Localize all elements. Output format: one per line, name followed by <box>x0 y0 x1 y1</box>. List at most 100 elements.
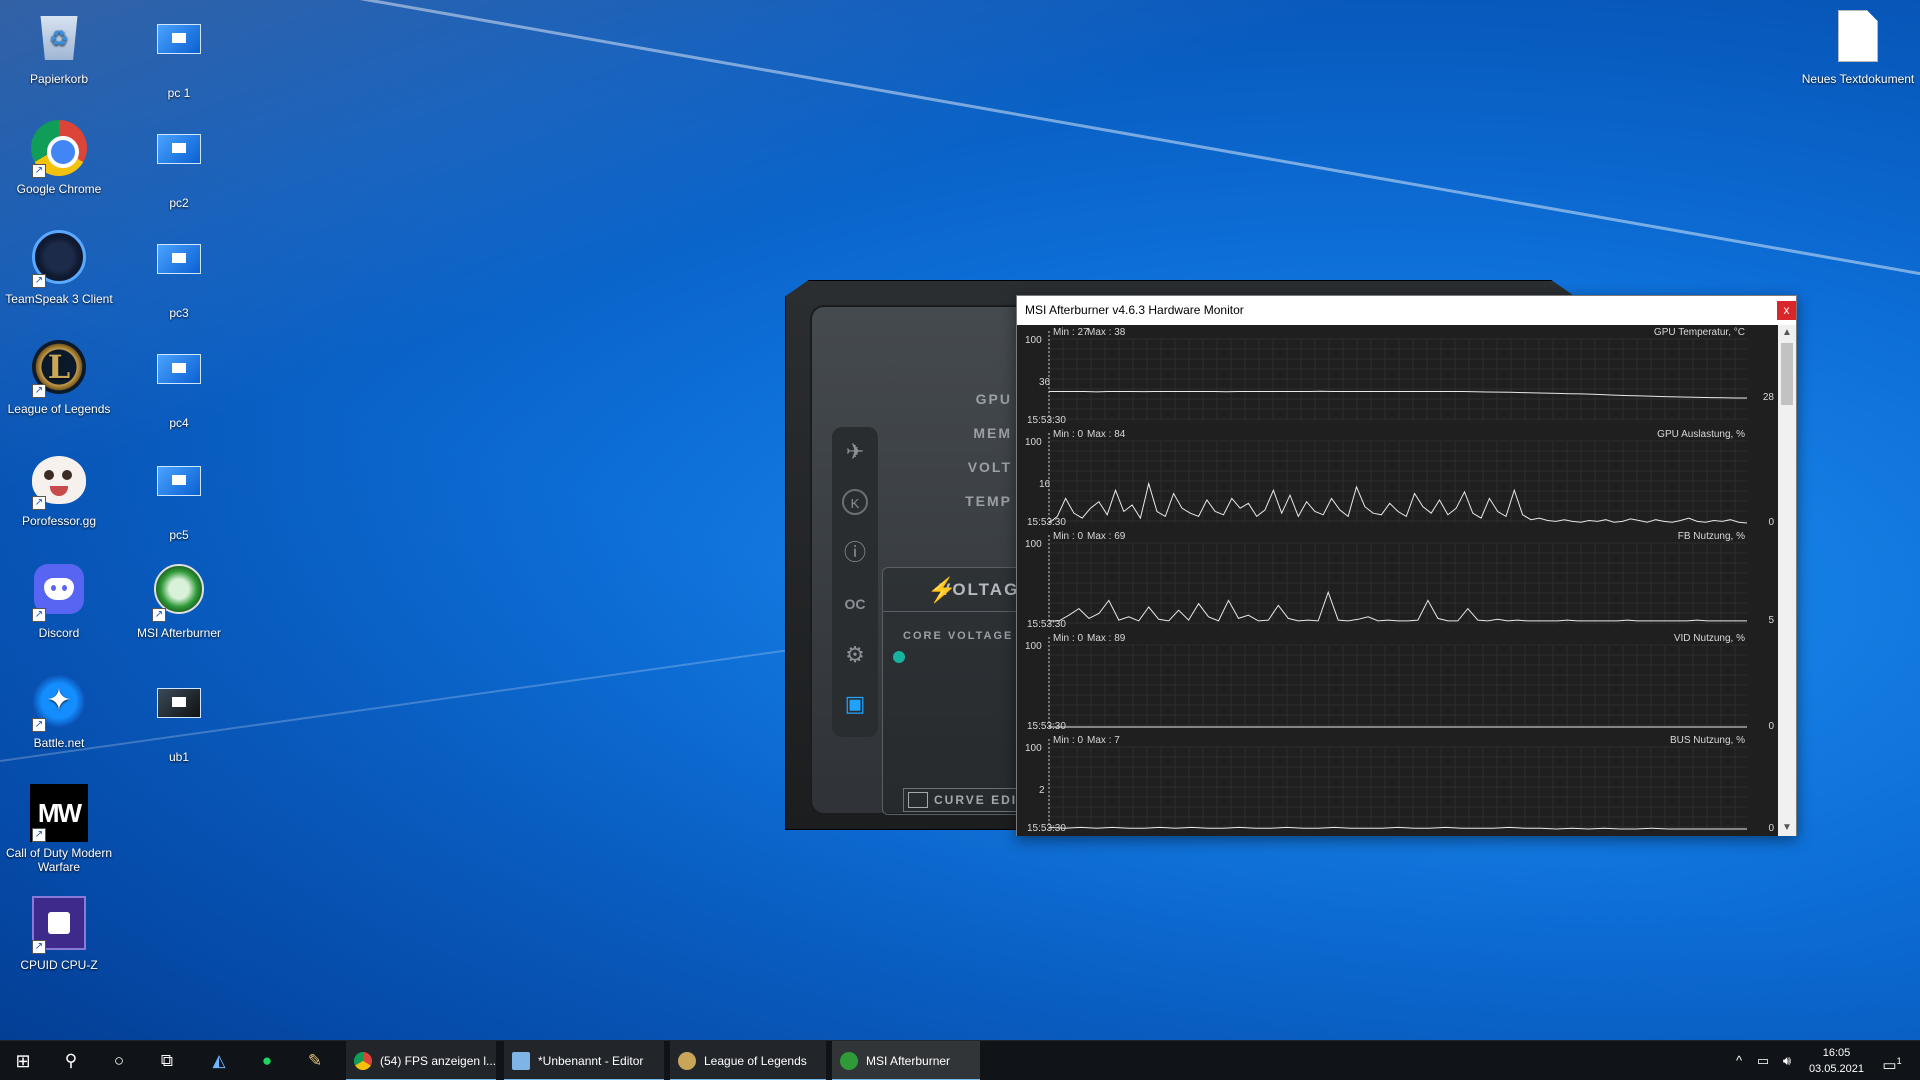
windows-start-icon[interactable]: ⊞ <box>0 1041 46 1080</box>
pinned-app-icon[interactable]: ◭ <box>196 1041 242 1080</box>
graph-title: BUS Nutzung, % <box>1669 735 1745 746</box>
task-view-icon[interactable]: ⧉ <box>144 1041 190 1080</box>
desktop-icon-label: pc2 <box>169 196 189 210</box>
shortcut-arrow-icon: ↗ <box>32 828 46 842</box>
shortcut-arrow-icon: ↗ <box>32 940 46 954</box>
graph-min-label: Min : 0 <box>1053 429 1084 440</box>
desktop-icon-ub1[interactable]: ub1 <box>124 674 234 764</box>
graph-y-max-label: 100 <box>1025 335 1042 346</box>
graph-canvas <box>1048 535 1747 625</box>
desktop-icon-label: League of Legends <box>7 402 111 416</box>
desktop-icon-pc5[interactable]: pc5 <box>124 452 234 542</box>
graph-time-label: 15:53:30 <box>1027 517 1066 528</box>
info-icon[interactable]: ⓘ <box>842 540 868 566</box>
desktop-icon-text-document[interactable]: Neues Textdokument <box>1800 10 1916 86</box>
graph-title: GPU Temperatur, °C <box>1653 327 1745 338</box>
kombustor-icon[interactable]: K <box>842 489 868 515</box>
remote-desktop-icon <box>157 688 201 718</box>
remote-desktop-icon <box>157 354 201 384</box>
spotify-icon[interactable]: ● <box>244 1041 290 1080</box>
remote-desktop-icon <box>157 24 201 54</box>
monitor-icon[interactable]: ▣ <box>842 691 868 717</box>
curve-editor-button[interactable]: CURVE EDI <box>903 788 1033 812</box>
msi-afterburner-icon <box>840 1052 858 1070</box>
desktop-icon-cpuz[interactable]: ↗ CPUID CPU-Z <box>4 896 114 972</box>
gear-icon[interactable]: ⚙ <box>842 642 868 668</box>
network-icon[interactable]: ▭ <box>1752 1041 1774 1080</box>
desktop-icon-discord[interactable]: ↗ Discord <box>4 564 114 640</box>
graph-canvas <box>1048 739 1747 830</box>
graph-y-value-label: 2 <box>1039 785 1045 796</box>
hardware-monitor-window[interactable]: MSI Afterburner v4.6.3 Hardware Monitor … <box>1016 295 1797 836</box>
graph-max-label: Max : 89 <box>1087 633 1126 644</box>
vertical-scrollbar[interactable]: ▲ ▼ <box>1778 325 1796 836</box>
hardware-monitor-titlebar[interactable]: MSI Afterburner v4.6.3 Hardware Monitor … <box>1017 296 1796 325</box>
bar-chart-icon <box>908 792 928 808</box>
desktop-icon-recycle-bin[interactable]: ♻ Papierkorb <box>4 10 114 86</box>
shortcut-arrow-icon: ↗ <box>152 608 166 622</box>
cortana-icon[interactable]: ○ <box>96 1041 142 1080</box>
scroll-thumb[interactable] <box>1781 343 1793 405</box>
taskbar-item-afterburner[interactable]: MSI Afterburner <box>832 1041 980 1080</box>
desktop-icon-label: ub1 <box>168 750 190 764</box>
desktop-icon-pc3[interactable]: pc3 <box>124 230 234 320</box>
shortcut-arrow-icon: ↗ <box>32 274 46 288</box>
text-document-icon <box>1838 10 1878 62</box>
chrome-icon <box>354 1052 372 1070</box>
desktop-icon-pc2[interactable]: pc2 <box>124 120 234 210</box>
oc-scanner-icon[interactable]: OC <box>842 591 868 617</box>
remote-desktop-icon <box>157 134 201 164</box>
graph-series-line <box>1049 390 1747 399</box>
shortcut-arrow-icon: ↗ <box>32 718 46 732</box>
taskbar-item-chrome[interactable]: (54) FPS anzeigen l... <box>346 1041 496 1080</box>
temp-label: TEMP <box>965 493 1012 509</box>
desktop-icon-teamspeak[interactable]: ↗ TeamSpeak 3 Client <box>4 230 114 306</box>
graph-panel: Min : 0 Max : 69 FB Nutzung, % 100 5 15:53:30 <box>1017 529 1778 631</box>
close-button[interactable]: x <box>1777 301 1796 320</box>
desktop-icon-battlenet[interactable]: ✦ ↗ Battle.net <box>4 674 114 750</box>
graph-canvas <box>1048 331 1747 421</box>
search-icon[interactable]: ⚲ <box>48 1041 94 1080</box>
scroll-down-button[interactable]: ▼ <box>1778 820 1796 836</box>
core-voltage-label: CORE VOLTAGE <box>903 630 1014 642</box>
msi-afterburner-icon <box>154 564 204 614</box>
taskbar-item-editor[interactable]: *Unbenannt - Editor <box>504 1041 664 1080</box>
system-clock[interactable]: 16:05 03.05.2021 <box>1809 1045 1864 1077</box>
taskbar-item-label: *Unbenannt - Editor <box>538 1054 644 1068</box>
graph-series-line <box>1048 481 1748 524</box>
scroll-up-button[interactable]: ▲ <box>1778 325 1796 341</box>
desktop-icon-pc4[interactable]: pc4 <box>124 340 234 430</box>
desktop-icon-call-of-duty[interactable]: MW ↗ Call of Duty Modern Warfare <box>4 784 114 874</box>
graph-current-value: 28 <box>1762 392 1774 404</box>
desktop-icon-porofessor[interactable]: ↗ Porofessor.gg <box>4 452 114 528</box>
curve-editor-label: CURVE EDI <box>934 793 1018 807</box>
graph-current-value: 0 <box>1768 823 1774 834</box>
taskbar-item-label: MSI Afterburner <box>866 1054 951 1068</box>
desktop-icon-google-chrome[interactable]: ↗ Google Chrome <box>4 120 114 196</box>
graph-panel: Min : 27 Max : 38 GPU Temperatur, °C 100 36 2… <box>1017 325 1778 427</box>
paint-icon[interactable]: ✎ <box>292 1041 338 1080</box>
graph-max-label: Max : 84 <box>1087 429 1126 440</box>
msi-logo-icon[interactable]: ✈ <box>842 439 868 465</box>
taskbar-item-league[interactable]: League of Legends <box>670 1041 826 1080</box>
core-voltage-slider-handle[interactable] <box>893 651 905 663</box>
graph-y-max-label: 100 <box>1025 539 1042 550</box>
desktop-icon-label: Papierkorb <box>29 72 89 86</box>
graph-canvas <box>1048 433 1748 524</box>
taskbar: ⊞ ⚲ ○ ⧉ ◭ ● ✎ (54) FPS anzeigen l... *Un… <box>0 1040 1920 1080</box>
desktop-icon-msi-afterburner[interactable]: ↗ MSI Afterburner <box>124 564 234 640</box>
recycle-bin-icon: ♻ <box>40 16 78 60</box>
graph-min-label: Min : 27 <box>1053 327 1089 338</box>
desktop-icon-label: Call of Duty Modern Warfare <box>5 846 113 874</box>
desktop-icon-label: CPUID CPU-Z <box>20 958 98 972</box>
desktop-icon-pc1[interactable]: pc 1 <box>124 10 234 100</box>
show-hidden-icons-chevron-icon[interactable]: ^ <box>1728 1041 1750 1080</box>
shortcut-arrow-icon: ↗ <box>32 164 46 178</box>
volume-icon[interactable]: 🔊︎ <box>1776 1041 1798 1080</box>
graph-y-max-label: 100 <box>1025 437 1042 448</box>
desktop-icon-label: TeamSpeak 3 Client <box>5 292 113 306</box>
desktop-icon-label: pc5 <box>169 528 189 542</box>
graph-canvas <box>1048 637 1747 728</box>
desktop-icon-league-of-legends[interactable]: L ↗ League of Legends <box>4 340 114 416</box>
notification-center-icon[interactable]: ▭1 <box>1872 1041 1912 1080</box>
